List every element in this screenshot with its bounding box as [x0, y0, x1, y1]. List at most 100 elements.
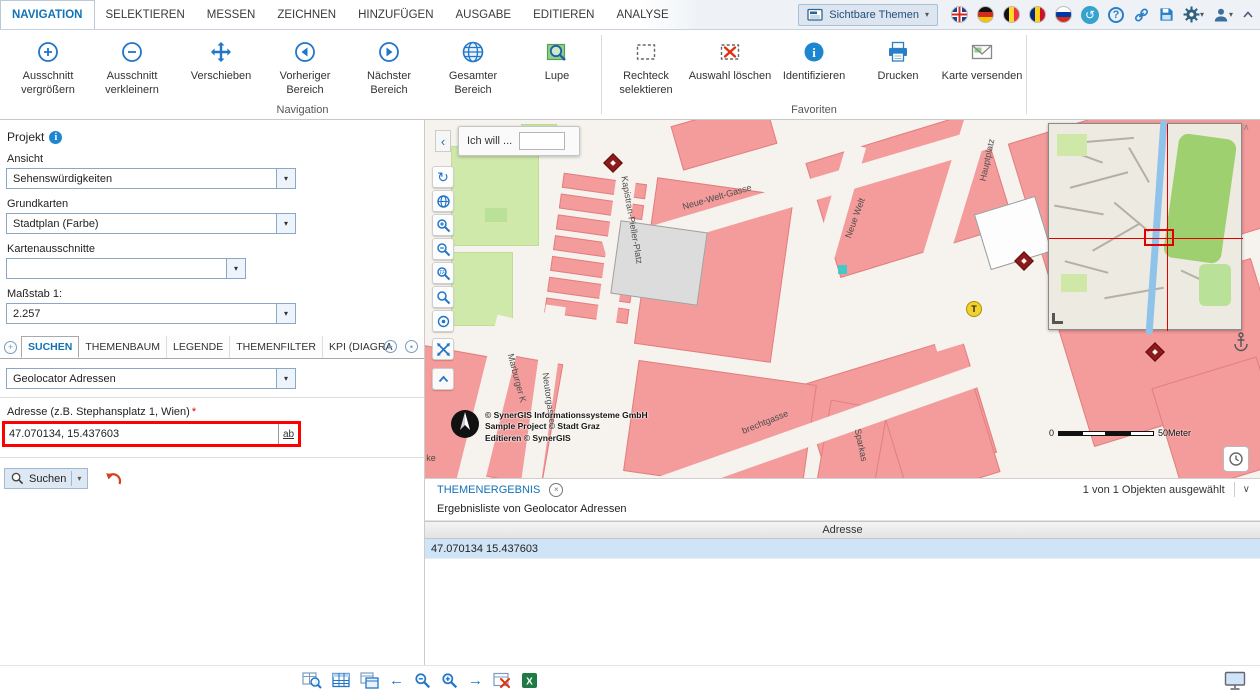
tab-editieren[interactable]: EDITIEREN — [522, 0, 605, 29]
panel-tab-themenfilter[interactable]: THEMENFILTER — [230, 336, 323, 358]
pan-icon — [208, 37, 234, 67]
flag-belgium-icon[interactable] — [1003, 6, 1020, 23]
center-map-icon[interactable] — [432, 310, 454, 332]
save-icon[interactable] — [1159, 7, 1174, 22]
previous-record-icon[interactable]: ← — [389, 672, 404, 689]
info-icon[interactable]: i — [49, 131, 62, 144]
zoom-out-extent-button[interactable]: Ausschnitt verkleinern — [90, 35, 174, 98]
kartenausschnitte-select[interactable]: ▾ — [6, 258, 246, 279]
table-zoom-icon[interactable] — [302, 671, 322, 689]
chevron-down-icon[interactable]: ▾ — [276, 304, 295, 323]
panel-tab-themenbaum[interactable]: THEMENBAUM — [79, 336, 167, 358]
monitor-icon[interactable] — [1224, 671, 1246, 691]
grundkarten-select[interactable]: Stadtplan (Farbe) ▾ — [6, 213, 296, 234]
attribute-table-icon[interactable] — [332, 672, 350, 688]
i-will-search-box[interactable]: Ich will ... — [458, 126, 580, 156]
flag-german-icon[interactable] — [977, 6, 994, 23]
print-button[interactable]: Drucken — [856, 35, 940, 84]
circle-plus-icon[interactable]: + — [4, 341, 17, 354]
panel-expand-chevron-icon[interactable]: ∨ — [1234, 482, 1254, 497]
full-extent-button[interactable]: Gesamter Bereich — [431, 35, 515, 98]
column-header-adresse[interactable]: Adresse — [425, 521, 1260, 539]
flag-romania-icon[interactable] — [1029, 6, 1046, 23]
tab-analyse[interactable]: ANALYSE — [605, 0, 679, 29]
print-icon — [885, 37, 911, 67]
visible-themes-button[interactable]: Sichtbare Themen ▾ — [798, 4, 938, 26]
address-input[interactable] — [5, 424, 278, 444]
table-row[interactable]: 47.070134 15.437603 — [425, 539, 1260, 559]
tab-overflow-icon[interactable]: • — [405, 340, 418, 353]
undo-search-icon[interactable] — [104, 471, 123, 486]
excel-export-icon[interactable]: X — [521, 672, 538, 689]
zoom-free-icon[interactable] — [432, 286, 454, 308]
flag-english-icon[interactable] — [951, 6, 968, 23]
flag-russia-icon[interactable] — [1055, 6, 1072, 23]
grundkarten-label: Grundkarten — [7, 198, 424, 210]
result-zoom-in-icon[interactable] — [441, 672, 458, 689]
tab-ausgabe[interactable]: AUSGABE — [445, 0, 523, 29]
pan-button[interactable]: Verschieben — [179, 35, 263, 84]
overview-resize-handle[interactable] — [1052, 313, 1063, 324]
ansicht-select[interactable]: Sehenswürdigkeiten ▾ — [6, 168, 296, 189]
massstab-label: Maßstab 1: — [7, 288, 424, 300]
geolocator-select[interactable]: Geolocator Adressen ▾ — [6, 368, 296, 389]
help-icon[interactable]: ? — [1108, 7, 1124, 23]
select-rectangle-button[interactable]: Rechteck selektieren — [604, 35, 688, 98]
divider — [0, 397, 424, 398]
next-extent-button[interactable]: Nächster Bereich — [347, 35, 431, 98]
tab-hinzufuegen[interactable]: HINZUFÜGEN — [347, 0, 444, 29]
anchor-icon[interactable] — [1233, 332, 1249, 352]
settings-gear-icon[interactable]: ▾ — [1183, 6, 1204, 23]
tab-zeichnen[interactable]: ZEICHNEN — [266, 0, 347, 29]
globe-extent-icon[interactable] — [432, 190, 454, 212]
overview-extent-rect[interactable] — [1144, 229, 1174, 246]
user-icon[interactable]: ▾ — [1213, 7, 1233, 23]
panel-tab-legende[interactable]: LEGENDE — [167, 336, 230, 358]
search-button[interactable]: Suchen ▾ — [4, 468, 88, 489]
zoom-in-icon[interactable] — [432, 214, 454, 236]
chevron-down-icon[interactable]: ▾ — [276, 369, 295, 388]
zoom-in-extent-button[interactable]: Ausschnitt vergrößern — [6, 35, 90, 98]
tab-navigation[interactable]: NAVIGATION — [0, 0, 95, 29]
table-copy-icon[interactable] — [360, 672, 379, 689]
next-record-icon[interactable]: → — [468, 672, 483, 689]
chevron-down-icon[interactable]: ▾ — [226, 259, 245, 278]
identify-button[interactable]: i Identifizieren — [772, 35, 856, 84]
map-scroll-up-icon[interactable]: ∧ — [1243, 122, 1250, 133]
tab-scroll-right-icon[interactable]: ▸ — [384, 340, 397, 353]
tram-stop-marker[interactable]: T — [966, 301, 982, 317]
svg-text:i: i — [812, 45, 816, 60]
svg-text:X: X — [526, 676, 533, 687]
tab-selektieren[interactable]: SELEKTIEREN — [95, 0, 196, 29]
toolbar-collapse-up-icon[interactable] — [432, 368, 454, 390]
collapse-up-icon[interactable] — [1242, 10, 1254, 19]
result-tab-themenergebnis[interactable]: THEMENERGEBNIS — [437, 484, 540, 496]
previous-extent-button[interactable]: Vorheriger Bereich — [263, 35, 347, 98]
i-will-input[interactable] — [519, 132, 565, 150]
massstab-select[interactable]: 2.257 ▾ — [6, 303, 296, 324]
magnifier-button[interactable]: Lupe — [515, 35, 599, 84]
tab-messen[interactable]: MESSEN — [196, 0, 267, 29]
project-label: Projekt — [7, 130, 44, 144]
history-clock-icon[interactable] — [1223, 446, 1249, 472]
result-zoom-out-icon[interactable] — [414, 672, 431, 689]
send-map-button[interactable]: Karte versenden — [940, 35, 1024, 84]
panel-tab-suchen[interactable]: SUCHEN — [21, 336, 79, 358]
chevron-down-icon[interactable]: ▾ — [276, 214, 295, 233]
overview-map[interactable] — [1048, 123, 1242, 330]
table-remove-icon[interactable] — [493, 672, 511, 688]
clear-selection-button[interactable]: Auswahl löschen — [688, 35, 772, 84]
ab-text-icon[interactable]: ab — [278, 424, 298, 444]
refresh-map-icon[interactable]: ↻ — [432, 166, 454, 188]
zoom-window-icon[interactable] — [432, 262, 454, 284]
zoom-out-icon[interactable] — [432, 238, 454, 260]
overview-crosshair — [1167, 124, 1168, 331]
previous-extent-icon — [292, 37, 318, 67]
link-icon[interactable] — [1133, 7, 1150, 23]
map-canvas[interactable]: Hauptplatz Neue-Welt-Gasse Neue Welt Kap… — [425, 120, 1260, 478]
chevron-down-icon[interactable]: ▾ — [276, 169, 295, 188]
collapse-panel-button[interactable]: ‹ — [435, 130, 451, 152]
close-icon[interactable]: × — [549, 483, 563, 497]
reset-icon[interactable]: ↺ — [1081, 6, 1099, 24]
extent-arrows-icon[interactable] — [432, 338, 454, 360]
